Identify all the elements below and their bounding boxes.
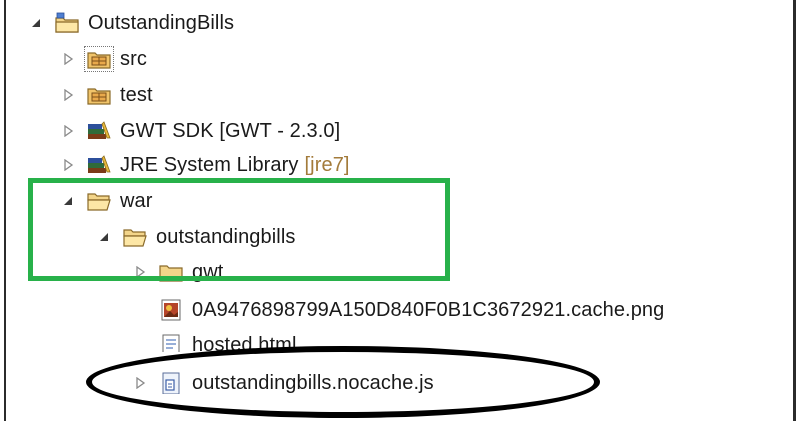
jre-label: JRE System Library xyxy=(120,153,299,176)
collapsed-arrow-icon[interactable] xyxy=(60,87,76,103)
tree-item-project[interactable]: OutstandingBills xyxy=(28,8,234,38)
library-icon xyxy=(86,154,112,176)
jre-decoration: [jre7] xyxy=(304,153,350,176)
project-folder-icon xyxy=(54,12,80,34)
expanded-arrow-icon[interactable] xyxy=(28,15,44,31)
cache-png-label: 0A9476898799A150D840F0B1C3672921.cache.p… xyxy=(192,298,665,321)
library-icon xyxy=(86,120,112,142)
collapsed-arrow-icon[interactable] xyxy=(60,123,76,139)
tree-item-src[interactable]: src xyxy=(60,44,147,74)
black-highlight-ellipse xyxy=(86,346,600,418)
package-folder-icon xyxy=(84,46,114,72)
test-label: test xyxy=(120,83,153,106)
collapsed-arrow-icon[interactable] xyxy=(60,51,76,67)
image-file-icon xyxy=(158,299,184,321)
gwt-sdk-label: GWT SDK [GWT - 2.3.0] xyxy=(120,119,341,142)
tree-item-jre[interactable]: JRE System Library [jre7] xyxy=(60,150,350,180)
tree-item-test[interactable]: test xyxy=(60,80,153,110)
html-file-icon xyxy=(158,334,184,352)
frame-left-border xyxy=(4,0,6,421)
package-folder-icon xyxy=(86,84,112,106)
tree-item-gwt-sdk[interactable]: GWT SDK [GWT - 2.3.0] xyxy=(60,116,340,146)
green-highlight-box xyxy=(28,178,450,281)
project-label: OutstandingBills xyxy=(88,11,235,34)
tree-item-cache-png[interactable]: 0A9476898799A150D840F0B1C3672921.cache.p… xyxy=(158,295,664,325)
collapsed-arrow-icon[interactable] xyxy=(60,157,76,173)
src-label: src xyxy=(120,47,147,70)
